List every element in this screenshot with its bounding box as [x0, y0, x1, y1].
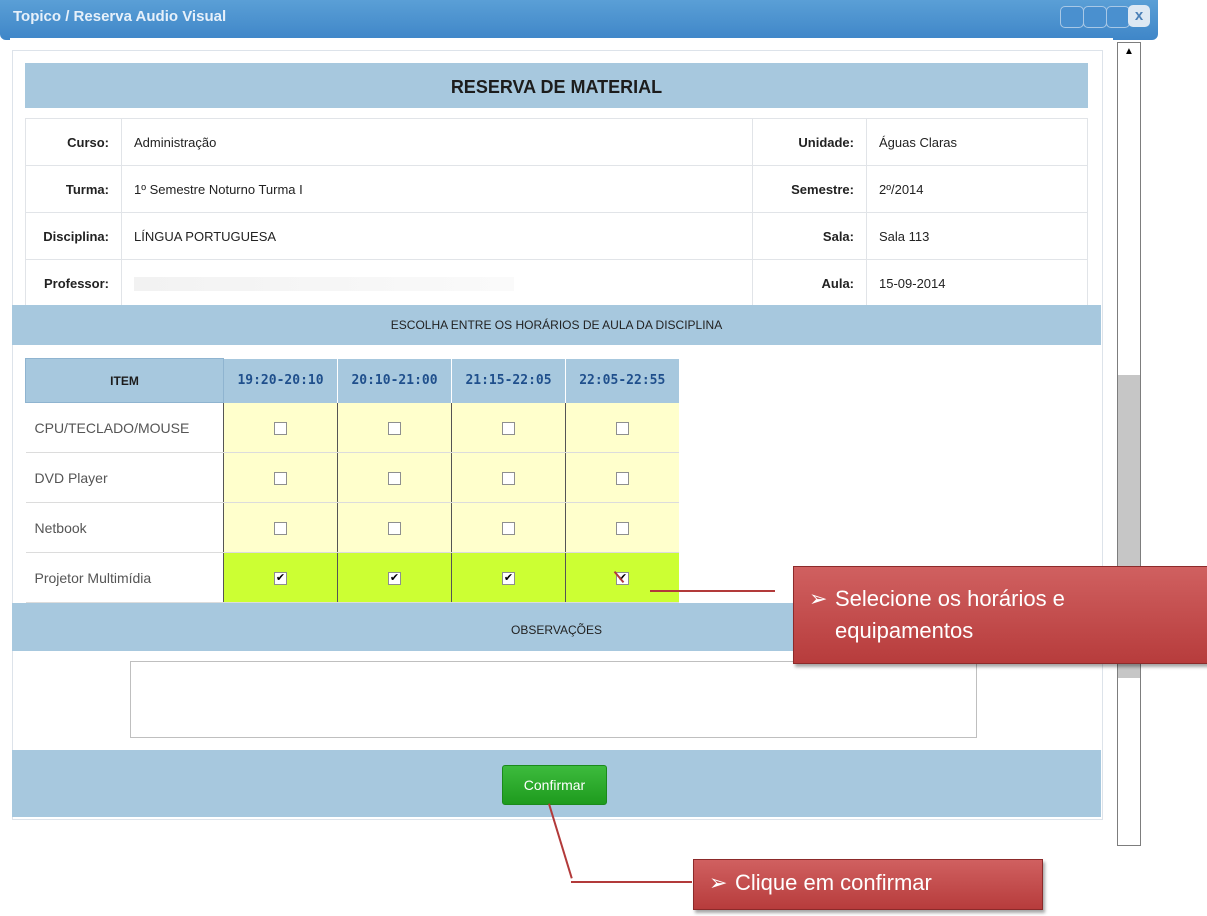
professor-name-redacted [134, 276, 514, 291]
window-title: Topico / Reserva Audio Visual [13, 8, 227, 25]
item-name: Netbook [25, 502, 224, 553]
callout-line-select-b [650, 590, 775, 592]
schedule-header-row: ITEM 19:20-20:10 20:10-21:00 21:15-22:05… [25, 358, 680, 403]
callout-confirm: ➢ Clique em confirmar [693, 859, 1043, 910]
schedule-row: Projetor Multimídia ✔ ✔ ✔ ✔ [25, 552, 679, 603]
callout-select-text-1: Selecione os horários e [835, 586, 1065, 611]
schedule-cell: ✔ [337, 552, 452, 603]
semestre-value: 2º/2014 [866, 165, 1088, 213]
arrow-bullet-icon: ➢ [709, 870, 728, 895]
aula-value: 15-09-2014 [866, 259, 1088, 307]
time-slot-checkbox[interactable] [616, 422, 629, 436]
time-slot-checkbox[interactable]: ✔ [274, 572, 287, 586]
time-header-4: 22:05-22:55 [565, 358, 680, 403]
schedule-cell: ✔ [223, 552, 338, 603]
schedule-cell: ✔ [565, 552, 679, 603]
unidade-value: Águas Claras [866, 118, 1088, 166]
info-row-turma: Turma: 1º Semestre Noturno Turma I Semes… [25, 165, 1088, 213]
schedule-cell [223, 452, 338, 503]
vertical-scrollbar[interactable]: ▲ [1117, 42, 1141, 846]
curso-label: Curso: [25, 118, 122, 166]
turma-value: 1º Semestre Noturno Turma I [121, 165, 753, 213]
schedule-cell [565, 452, 679, 503]
schedule-cell [451, 402, 566, 453]
professor-label: Professor: [25, 259, 122, 307]
schedule-cell [451, 452, 566, 503]
semestre-label: Semestre: [752, 165, 867, 213]
restore-icon[interactable] [1106, 6, 1130, 28]
time-slot-checkbox[interactable] [502, 422, 515, 436]
callout-select-line-1: ➢ Selecione os horários e [809, 583, 1065, 615]
aula-label: Aula: [752, 259, 867, 307]
schedule-cell: ✔ [451, 552, 566, 603]
item-name: CPU/TECLADO/MOUSE [25, 402, 224, 453]
info-row-professor: Professor: Aula: 15-09-2014 [25, 259, 1088, 307]
time-slot-checkbox[interactable] [502, 522, 515, 536]
time-slot-checkbox[interactable] [502, 472, 515, 486]
arrow-bullet-icon: ➢ [809, 586, 828, 611]
item-name: DVD Player [25, 452, 224, 503]
minimize-icon[interactable] [1060, 6, 1084, 28]
time-slot-checkbox[interactable] [388, 472, 401, 486]
schedule-row: DVD Player [25, 452, 679, 503]
reservation-info-table: Curso: Administração Unidade: Águas Clar… [25, 118, 1088, 307]
time-slot-checkbox[interactable] [616, 472, 629, 486]
time-header-3: 21:15-22:05 [451, 358, 566, 403]
time-slot-checkbox[interactable] [274, 472, 287, 486]
turma-label: Turma: [25, 165, 122, 213]
callout-select: ➢ Selecione os horários e equipamentos [793, 566, 1207, 664]
schedule-row: Netbook [25, 502, 679, 553]
time-header-1: 19:20-20:10 [223, 358, 338, 403]
schedule-cell [337, 402, 452, 453]
schedule-cell [223, 502, 338, 553]
schedule-row: CPU/TECLADO/MOUSE [25, 402, 679, 453]
sala-value: Sala 113 [866, 212, 1088, 260]
disciplina-label: Disciplina: [25, 212, 122, 260]
scroll-up-arrow-icon[interactable]: ▲ [1118, 43, 1140, 61]
form-title: RESERVA DE MATERIAL [450, 77, 663, 97]
time-slot-checkbox[interactable] [274, 522, 287, 536]
item-name: Projetor Multimídia [25, 552, 224, 603]
time-slot-checkbox[interactable]: ✔ [502, 572, 515, 586]
time-slot-checkbox[interactable] [388, 522, 401, 536]
confirm-button[interactable]: Confirmar [502, 765, 607, 805]
time-header-2: 20:10-21:00 [337, 358, 452, 403]
unidade-label: Unidade: [752, 118, 867, 166]
callout-select-line-2: equipamentos [835, 618, 974, 643]
sala-label: Sala: [752, 212, 867, 260]
schedule-cell [451, 502, 566, 553]
schedule-cell [337, 502, 452, 553]
callout-confirm-text: Clique em confirmar [735, 870, 932, 895]
schedule-cell [223, 402, 338, 453]
info-row-disciplina: Disciplina: LÍNGUA PORTUGUESA Sala: Sala… [25, 212, 1088, 260]
time-slot-checkbox[interactable] [388, 422, 401, 436]
maximize-icon[interactable] [1083, 6, 1107, 28]
schedule-heading: ESCOLHA ENTRE OS HORÁRIOS DE AULA DA DIS… [12, 305, 1101, 345]
callout-line-confirm-b [571, 881, 692, 883]
close-icon[interactable]: x [1128, 5, 1150, 27]
curso-value: Administração [121, 118, 753, 166]
time-slot-checkbox[interactable]: ✔ [388, 572, 401, 586]
observacoes-textarea[interactable] [130, 661, 977, 738]
time-slot-checkbox[interactable] [274, 422, 287, 436]
item-column-header: ITEM [25, 358, 224, 403]
window-title-bar[interactable]: Topico / Reserva Audio Visual x [0, 0, 1158, 40]
schedule-table: ITEM 19:20-20:10 20:10-21:00 21:15-22:05… [25, 358, 680, 615]
info-row-curso: Curso: Administração Unidade: Águas Clar… [25, 118, 1088, 166]
schedule-cell [565, 502, 679, 553]
time-slot-checkbox[interactable] [616, 522, 629, 536]
disciplina-value: LÍNGUA PORTUGUESA [121, 212, 753, 260]
professor-value [121, 259, 753, 307]
schedule-cell [565, 402, 679, 453]
schedule-cell [337, 452, 452, 503]
